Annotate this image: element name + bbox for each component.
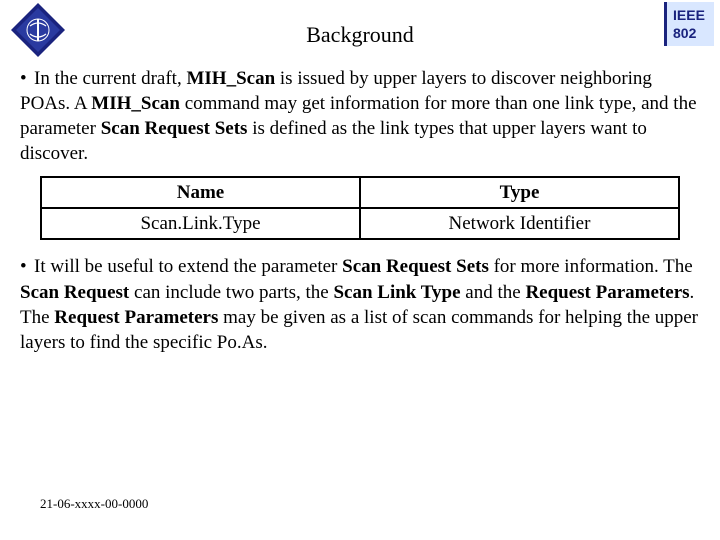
badge-line1: IEEE bbox=[673, 6, 710, 24]
slide-content: •In the current draft, MIH_Scan is issue… bbox=[0, 62, 720, 355]
badge-line2: 802 bbox=[673, 24, 710, 42]
bullet-2: •It will be useful to extend the paramet… bbox=[20, 254, 700, 354]
b2-bold3: Scan Link Type bbox=[333, 282, 460, 303]
bullet-dot-icon: • bbox=[20, 254, 34, 279]
b2-mid1: for more information. The bbox=[489, 256, 693, 277]
table-header-type: Type bbox=[360, 177, 679, 208]
bullet-dot-icon: • bbox=[20, 66, 34, 91]
slide-header: Background IEEE 802 bbox=[0, 0, 720, 62]
b1-bold3: Scan Request Sets bbox=[101, 118, 248, 139]
b1-bold2: MIH_Scan bbox=[91, 93, 180, 114]
b2-pre: It will be useful to extend the paramete… bbox=[34, 256, 342, 277]
page-title: Background bbox=[0, 22, 720, 48]
b2-bold2: Scan Request bbox=[20, 282, 129, 303]
b2-bold4: Request Parameters bbox=[525, 282, 689, 303]
parameter-table: Name Type Scan.Link.Type Network Identif… bbox=[40, 176, 680, 240]
b1-pre: In the current draft, bbox=[34, 68, 186, 89]
b2-bold1: Scan Request Sets bbox=[342, 256, 489, 277]
table-header-name: Name bbox=[41, 177, 360, 208]
table-header-row: Name Type bbox=[41, 177, 679, 208]
ieee-802-badge: IEEE 802 bbox=[664, 2, 714, 46]
bullet-1: •In the current draft, MIH_Scan is issue… bbox=[20, 66, 700, 166]
b2-bold5: Request Parameters bbox=[54, 307, 218, 328]
table-cell-name: Scan.Link.Type bbox=[41, 208, 360, 239]
b2-mid3: and the bbox=[461, 282, 526, 303]
b2-mid2: can include two parts, the bbox=[129, 282, 333, 303]
b1-bold1: MIH_Scan bbox=[186, 68, 275, 89]
table-row: Scan.Link.Type Network Identifier bbox=[41, 208, 679, 239]
slide-footer: 21-06-xxxx-00-0000 bbox=[40, 496, 148, 512]
table-cell-type: Network Identifier bbox=[360, 208, 679, 239]
